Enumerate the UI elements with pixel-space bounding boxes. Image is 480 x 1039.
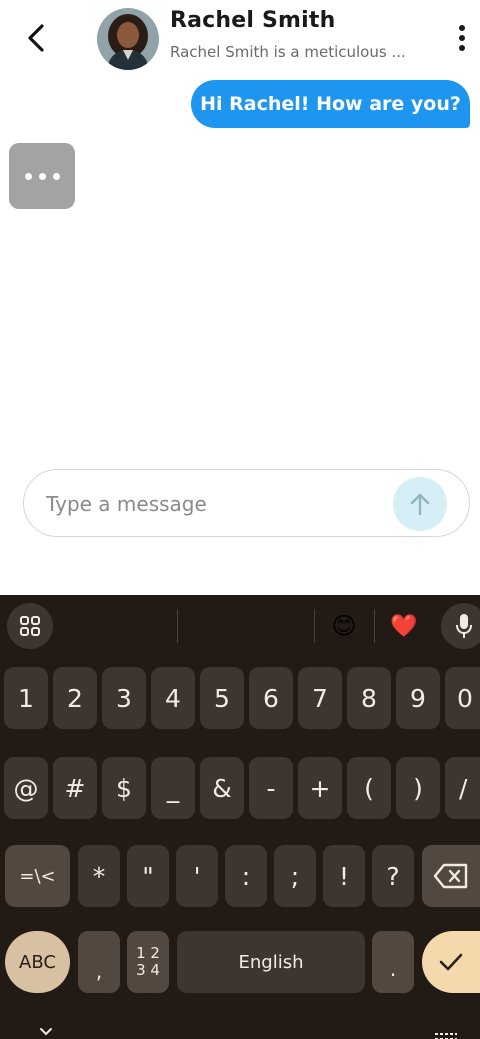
keyboard-icon [435, 1033, 457, 1039]
heart-suggestion-button[interactable]: ❤️ [382, 603, 426, 649]
back-button[interactable] [18, 18, 54, 58]
key-4[interactable]: 4 [151, 667, 195, 729]
checkmark-icon [439, 953, 463, 971]
key-at[interactable]: @ [4, 757, 48, 819]
more-options-button[interactable] [452, 22, 472, 54]
keyboard-apps-button[interactable] [7, 603, 53, 649]
key-single-quote[interactable]: ' [176, 845, 218, 907]
message-composer [23, 469, 470, 537]
key-slash[interactable]: / [445, 757, 480, 819]
key-underscore[interactable]: _ [151, 757, 195, 819]
comma-label: , [95, 959, 103, 983]
message-input[interactable] [46, 486, 386, 522]
more-vert-icon [459, 25, 465, 31]
heart-icon: ❤️ [390, 613, 418, 639]
key-abc[interactable]: ABC [5, 931, 70, 993]
arrow-up-icon [410, 493, 430, 516]
key-asterisk[interactable]: * [78, 845, 120, 907]
key-dollar[interactable]: $ [102, 757, 146, 819]
voice-input-button[interactable] [441, 603, 480, 649]
key-9[interactable]: 9 [396, 667, 440, 729]
emoji-suggestion-button[interactable]: 😊 [322, 603, 366, 649]
numpad-bottom-label: 3 4 [136, 961, 160, 979]
key-exclamation[interactable]: ! [323, 845, 365, 907]
chevron-left-icon [28, 24, 44, 52]
key-question[interactable]: ? [372, 845, 414, 907]
contact-description: Rachel Smith is a meticulous ... [170, 43, 406, 61]
key-3[interactable]: 3 [102, 667, 146, 729]
key-plus[interactable]: + [298, 757, 342, 819]
key-double-quote[interactable]: " [127, 845, 169, 907]
toolbar-divider [177, 609, 178, 643]
contact-name[interactable]: Rachel Smith [170, 8, 336, 33]
typing-indicator [9, 143, 75, 209]
key-open-paren[interactable]: ( [347, 757, 391, 819]
key-hash[interactable]: # [53, 757, 97, 819]
key-period[interactable]: . [372, 931, 414, 993]
key-more-symbols[interactable]: =\< [5, 845, 70, 907]
chat-header: Rachel Smith Rachel Smith is a meticulou… [0, 0, 480, 76]
toolbar-divider [374, 609, 375, 643]
toolbar-divider [314, 609, 315, 643]
smiley-icon: 😊 [331, 612, 357, 640]
hide-keyboard-button[interactable] [34, 1027, 58, 1039]
send-button[interactable] [393, 477, 447, 531]
contact-avatar[interactable] [97, 8, 159, 70]
key-numpad[interactable]: 1 2 3 4 [127, 931, 169, 993]
microphone-icon [456, 614, 472, 638]
key-2[interactable]: 2 [53, 667, 97, 729]
key-7[interactable]: 7 [298, 667, 342, 729]
keyboard-switch-button[interactable] [434, 1027, 462, 1039]
on-screen-keyboard: 😊 ❤️ 1 2 3 4 5 6 7 8 9 0 @ # $ _ & - + (… [0, 595, 480, 1039]
grid-icon [20, 616, 40, 636]
key-1[interactable]: 1 [4, 667, 48, 729]
key-close-paren[interactable]: ) [396, 757, 440, 819]
period-label: . [389, 957, 397, 981]
key-colon[interactable]: : [225, 845, 267, 907]
outgoing-message-bubble[interactable]: Hi Rachel! How are you? [191, 80, 470, 128]
key-semicolon[interactable]: ; [274, 845, 316, 907]
key-6[interactable]: 6 [249, 667, 293, 729]
numpad-top-label: 1 2 [136, 944, 160, 962]
key-minus[interactable]: - [249, 757, 293, 819]
key-enter[interactable] [422, 931, 480, 993]
key-comma[interactable]: , [78, 931, 120, 993]
key-8[interactable]: 8 [347, 667, 391, 729]
backspace-icon [433, 863, 468, 889]
key-0[interactable]: 0 [445, 667, 480, 729]
key-backspace[interactable] [422, 845, 480, 907]
typing-dot-icon [24, 172, 32, 180]
key-space[interactable]: English [177, 931, 365, 993]
key-ampersand[interactable]: & [200, 757, 244, 819]
chevron-down-icon [40, 1028, 52, 1036]
key-5[interactable]: 5 [200, 667, 244, 729]
